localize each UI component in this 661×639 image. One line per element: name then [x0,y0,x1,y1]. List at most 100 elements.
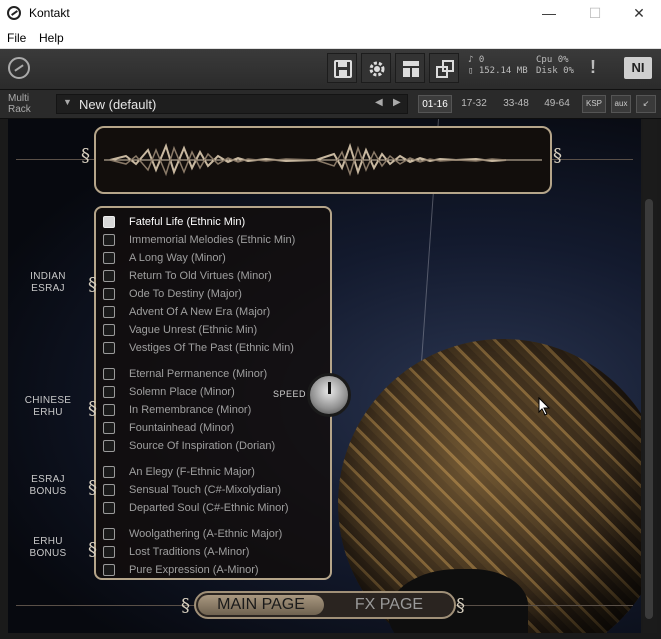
ornament-swirl-icon: § [88,398,97,419]
menu-bar: File Help [0,28,661,49]
ornament-swirl-icon: § [181,595,190,616]
multi-rack-label: Multi Rack [8,93,31,115]
phrase-checkbox[interactable] [103,386,115,398]
scrollbar-thumb[interactable] [645,199,653,619]
phrase-label: Solemn Place (Minor) [129,386,235,398]
instrument-panel: § § INDIAN ESRAJ § CHINESE ERHU § ESRAJ BON… [8,119,641,633]
kontakt-logo-icon[interactable] [8,57,30,79]
aux-button[interactable]: aux [611,95,631,113]
phrase-label: Woolgathering (A-Ethnic Major) [129,528,283,540]
phrase-checkbox[interactable] [103,270,115,282]
warning-icon[interactable]: ! [590,57,596,78]
waveform-graphic [104,142,542,177]
phrase-checkbox[interactable] [103,306,115,318]
options-button[interactable] [361,53,391,83]
phrase-checkbox[interactable] [103,466,115,478]
ni-logo-button[interactable]: NI [624,57,652,79]
phrase-label: Sensual Touch (C#-Mixolydian) [129,484,282,496]
phrase-label: Ode To Destiny (Major) [129,288,242,300]
dropdown-arrow-icon[interactable]: ▼ [63,97,72,107]
phrase-checkbox[interactable] [103,440,115,452]
page-tab-49-64[interactable]: 49-64 [539,95,575,113]
fx-page-tab[interactable]: FX PAGE [326,595,452,615]
main-page-tab[interactable]: MAIN PAGE [198,595,324,615]
phrase-checkbox[interactable] [103,252,115,264]
ksp-button[interactable]: KSP [582,95,606,113]
phrase-label: Source Of Inspiration (Dorian) [129,440,276,452]
phrase-label: Vague Unrest (Ethnic Min) [129,324,258,336]
memory-icon: ▯ [468,66,474,76]
phrase-label: Eternal Permanence (Minor) [129,368,268,380]
phrase-label: Vestiges Of The Past (Ethnic Min) [129,342,294,354]
phrase-label: Lost Traditions (A-Minor) [129,546,250,558]
group-label-esraj-bonus: ESRAJ BONUS [29,474,67,497]
phrase-checkbox[interactable] [103,342,115,354]
mouse-cursor-icon [538,397,551,416]
midi-memory-meter: ♪ 0 ▯ 152.14 MB [468,55,528,77]
midi-icon: ♪ [468,55,474,65]
phrase-label: Immemorial Melodies (Ethnic Min) [129,234,296,246]
layout-icon [403,61,419,77]
ornament-swirl-icon: § [553,145,562,166]
phrase-label: Fountainhead (Minor) [129,422,235,434]
disk-value: 0% [563,66,574,76]
phrase-checkbox[interactable] [103,484,115,496]
phrase-checkbox[interactable] [103,404,115,416]
phrase-label: Fateful Life (Ethnic Min) [129,216,246,228]
prev-preset-button[interactable]: ◀ [375,97,383,108]
page-tab-33-48[interactable]: 33-48 [497,95,535,113]
phrase-checkbox[interactable] [103,234,115,246]
page-tab-17-32[interactable]: 17-32 [456,95,492,113]
phrase-checkbox[interactable] [103,546,115,558]
vertical-scrollbar[interactable] [643,119,657,633]
phrase-label: A Long Way (Minor) [129,252,226,264]
window-title: Kontakt [29,6,70,20]
phrase-checkbox[interactable] [103,324,115,336]
main-toolbar: ♪ 0 ▯ 152.14 MB Cpu 0% Disk 0% ! NI [0,49,661,90]
multi-rack-bar: Multi Rack ▼ New (default) ◀ ▶ 01-16 17-… [0,90,661,119]
save-button[interactable] [327,53,357,83]
phrase-checkbox[interactable] [103,564,115,576]
speed-label: SPEED [273,389,307,399]
ornament-swirl-icon: § [456,595,465,616]
speed-knob[interactable] [307,373,351,417]
cpu-label: Cpu [536,55,553,65]
phrase-checkbox[interactable] [103,422,115,434]
phrase-checkbox[interactable] [103,216,115,228]
cpu-value: 0% [557,55,569,65]
ornament-swirl-icon: § [88,477,97,498]
group-label-chinese-erhu: CHINESE ERHU [24,395,72,418]
collapse-rack-button[interactable]: ↙ [636,95,656,113]
ornament-swirl-icon: § [88,539,97,560]
disk-label: Disk [536,66,558,76]
phrase-label: Pure Expression (A-Minor) [129,564,259,576]
floppy-disk-icon [334,60,352,78]
close-button[interactable]: ✕ [616,0,661,28]
minimize-button[interactable]: — [526,0,572,28]
phrase-checkbox[interactable] [103,502,115,514]
phrase-label: An Elegy (F-Ethnic Major) [129,466,255,478]
page-tab-01-16[interactable]: 01-16 [418,95,452,113]
phrase-checkbox[interactable] [103,528,115,540]
multi-preset-name: New (default) [79,97,157,112]
resize-icon [436,60,454,78]
phrase-label: In Remembrance (Minor) [129,404,252,416]
phrase-checkbox[interactable] [103,288,115,300]
menu-file[interactable]: File [7,31,26,45]
rack-view-button[interactable] [395,53,425,83]
kontakt-app-icon [7,6,21,20]
ornament-swirl-icon: § [88,274,97,295]
menu-help[interactable]: Help [39,31,64,45]
phrase-checkbox[interactable] [103,368,115,380]
multi-preset-selector[interactable]: ▼ New (default) ◀ ▶ [56,94,408,114]
phrase-label: Departed Soul (C#-Ethnic Minor) [129,502,289,514]
minimize-view-button[interactable] [429,53,459,83]
maximize-button[interactable]: ☐ [572,0,618,28]
phrase-label: Advent Of A New Era (Major) [129,306,271,318]
group-label-erhu-bonus: ERHU BONUS [29,536,67,559]
title-bar: Kontakt — ☐ ✕ [0,0,661,28]
next-preset-button[interactable]: ▶ [393,97,401,108]
phrase-label: Return To Old Virtues (Minor) [129,270,272,282]
group-label-indian-esraj: INDIAN ESRAJ [30,271,66,294]
ornament-swirl-icon: § [81,145,90,166]
